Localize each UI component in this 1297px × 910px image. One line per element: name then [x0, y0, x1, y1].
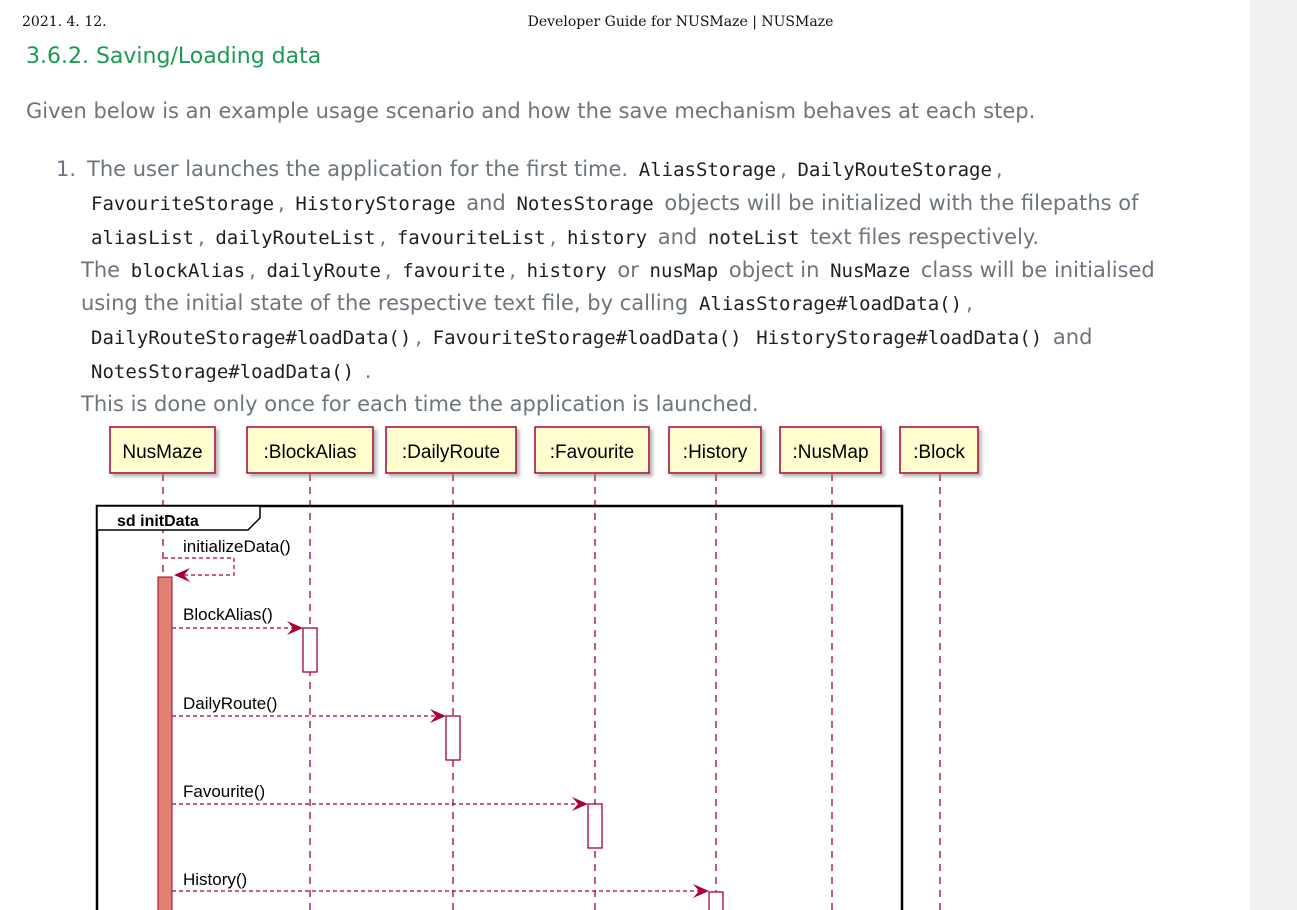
message-label: Favourite() [183, 782, 265, 801]
activation-nusmaze [157, 576, 173, 910]
activation-box [708, 891, 724, 910]
participant-label: :Favourite [550, 442, 634, 463]
frame-label: sd initData [117, 513, 199, 530]
messages: initializeData() BlockAlias() DailyRoute()… [164, 537, 709, 898]
activation-box [302, 627, 318, 673]
participant-label: :Block [913, 442, 965, 463]
arrow-head [287, 621, 303, 635]
participant-label: :DailyRoute [402, 442, 500, 463]
activation-box [587, 803, 603, 849]
participant-heads: NusMaze :BlockAlias :DailyRoute :Favourite:… [109, 426, 979, 474]
message-label: DailyRoute() [183, 694, 277, 713]
page-margin-strip [1250, 0, 1297, 910]
activation-box [445, 715, 461, 761]
participant-label: :BlockAlias [264, 442, 357, 463]
participant-label: :History [683, 442, 748, 463]
participant-label: NusMaze [122, 442, 202, 463]
message-label: History() [183, 870, 247, 889]
message-line [164, 557, 235, 576]
participant-label: :NusMap [792, 442, 868, 463]
message-label: initializeData() [183, 537, 291, 556]
activations [157, 576, 724, 910]
arrow-head [693, 884, 709, 898]
message-label: BlockAlias() [183, 605, 273, 624]
sequence-diagram: sd initData initializeData() BlockAlias()… [95, 426, 979, 910]
